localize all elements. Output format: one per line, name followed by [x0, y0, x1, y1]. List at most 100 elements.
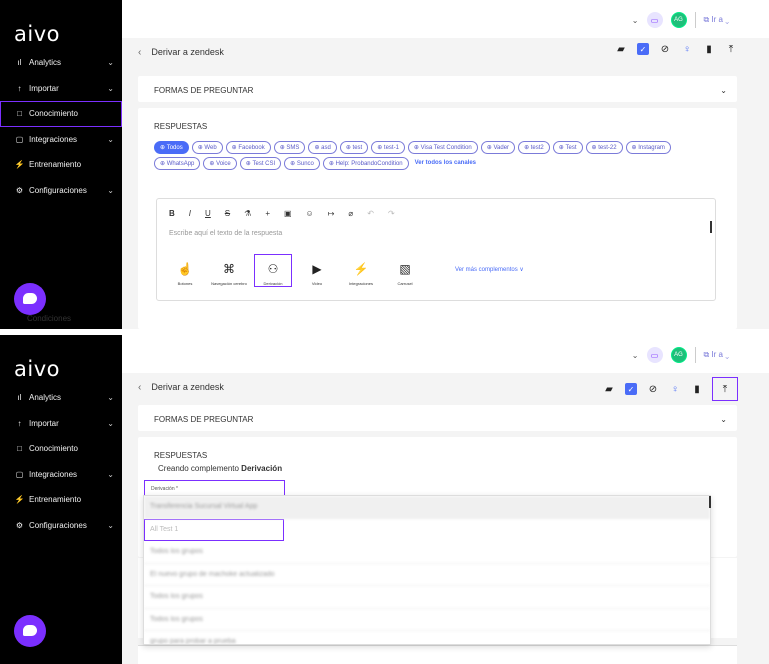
component-derivacion[interactable]: ⚇ Derivación: [254, 254, 292, 287]
channel-chip[interactable]: ⊕ Instagram: [625, 141, 671, 154]
chip-label: Web: [204, 144, 217, 151]
component-botones[interactable]: ☝ Botones: [167, 255, 203, 286]
chevron-down-icon[interactable]: ⌄: [720, 415, 727, 424]
trash-icon[interactable]: ▮: [691, 383, 703, 395]
channel-chip[interactable]: ⊕ test-22: [585, 141, 623, 154]
component-video[interactable]: ▶ Video: [299, 255, 335, 286]
scrollbar[interactable]: [709, 496, 711, 508]
avatar[interactable]: AG: [670, 347, 687, 363]
sidebar-item-label: Conocimiento: [29, 109, 78, 119]
aivo-logo[interactable]: aivo: [14, 357, 60, 381]
sidebar-item-configuraciones[interactable]: ⚙ Configuraciones ⌄: [0, 513, 122, 539]
eye-off-icon[interactable]: ⊘: [647, 383, 659, 395]
strikethrough-button[interactable]: S: [225, 209, 230, 218]
chip-label: Todos: [166, 144, 183, 151]
component-carrusel[interactable]: ▧ Carrusel: [387, 255, 423, 286]
chat-widget-icon[interactable]: [14, 283, 46, 315]
trash-icon[interactable]: ▮: [703, 43, 715, 55]
channel-chip[interactable]: ⊕ WhatsApp: [154, 157, 201, 170]
back-arrow-icon[interactable]: ‹: [138, 47, 141, 58]
avatar[interactable]: AG: [670, 12, 687, 28]
channel-chip[interactable]: ⊕ test: [339, 141, 369, 154]
chevron-down-icon[interactable]: ⌄: [632, 351, 639, 360]
chevron-down-icon[interactable]: ⌄: [632, 16, 639, 25]
lightbulb-icon[interactable]: ♀: [669, 383, 681, 395]
channel-chip[interactable]: ⊕ Test CSI: [239, 157, 282, 170]
sidebar-item-analytics[interactable]: ıl Analytics ⌄: [0, 50, 122, 76]
sidebar-item-label: Analytics: [29, 393, 62, 403]
comment-icon[interactable]: ▰: [603, 383, 615, 395]
formas-title: FORMAS DE PREGUNTAR: [154, 85, 254, 95]
comment-icon[interactable]: ▰: [615, 43, 627, 55]
channel-chip[interactable]: ⊕ Vader: [480, 141, 516, 154]
eye-off-icon[interactable]: ⊘: [659, 43, 671, 55]
link-icon[interactable]: ⚗: [244, 209, 251, 218]
sidebar-item-integraciones[interactable]: ▢ Integraciones ⌄: [0, 462, 122, 488]
redo-icon[interactable]: ↷: [388, 209, 395, 218]
channel-chip[interactable]: ⊕ Sunco: [284, 157, 320, 170]
chevron-down-icon[interactable]: ⌄: [720, 86, 727, 95]
sidebar-item-importar[interactable]: ↑ Importar ⌄: [0, 411, 122, 437]
sidebar-item-importar[interactable]: ↑ Importar ⌄: [0, 76, 122, 102]
sidebar-item-label: Analytics: [29, 58, 62, 68]
ir-a-link[interactable]: ⧉ Ir a ⌄: [704, 350, 730, 360]
sidebar-item-entrenamiento[interactable]: ⚡ Entrenamiento: [0, 487, 122, 513]
eraser-icon[interactable]: ⌀: [348, 209, 353, 218]
dropdown-option[interactable]: Todos los grupos: [144, 586, 710, 609]
dropdown-option[interactable]: Transferencia Sucursal Virtual App: [144, 496, 710, 519]
formas-card[interactable]: FORMAS DE PREGUNTAR ⌄: [138, 76, 737, 102]
component-navegacion[interactable]: ⌘ Navegación cerebro: [211, 255, 247, 286]
dropdown-option[interactable]: Todos los grupos: [144, 609, 710, 631]
scrollbar[interactable]: [710, 221, 712, 233]
chat-widget-icon[interactable]: [14, 615, 46, 647]
sidebar-item-integraciones[interactable]: ▢ Integraciones ⌄: [0, 127, 122, 153]
dropdown-option[interactable]: Todos los grupos: [144, 541, 710, 564]
more-components-link[interactable]: Ver más complementos ∨: [455, 266, 524, 273]
channel-chip[interactable]: ⊕ test2: [518, 141, 550, 154]
sidebar-item-analytics[interactable]: ıl Analytics ⌄: [0, 385, 122, 411]
response-text-input[interactable]: Escribe aquí el texto de la respuesta: [157, 228, 715, 255]
components-bar: ☝ Botones ⌘ Navegación cerebro ⚇ Derivación…: [157, 254, 715, 287]
upload-top-icon[interactable]: ⤒: [725, 43, 737, 55]
underline-button[interactable]: U: [205, 209, 211, 218]
sidebar-item-configuraciones[interactable]: ⚙ Configuraciones ⌄: [0, 178, 122, 204]
lightbulb-icon[interactable]: ♀: [681, 43, 693, 55]
emoji-icon[interactable]: ☺: [306, 209, 314, 218]
channel-chip[interactable]: ⊕ asd: [308, 141, 337, 154]
channel-chip[interactable]: ⊕ Test: [552, 141, 583, 154]
sidebar-item-conocimiento[interactable]: □ Conocimiento: [0, 101, 122, 127]
messages-icon[interactable]: ▭: [646, 347, 663, 363]
back-arrow-icon[interactable]: ‹: [138, 382, 141, 393]
channel-chip-todos[interactable]: ⊕ Todos: [154, 141, 189, 154]
plus-icon[interactable]: +: [265, 209, 270, 218]
channel-chip[interactable]: ⊕ Facebook: [225, 141, 271, 154]
ir-a-link[interactable]: ⧉ Ir a ⌄: [704, 15, 730, 25]
hand-pointer-icon: ☝: [177, 262, 193, 276]
formas-header[interactable]: FORMAS DE PREGUNTAR ⌄: [138, 76, 737, 104]
aivo-logo[interactable]: aivo: [14, 22, 60, 46]
dropdown-option[interactable]: All Test 1: [144, 518, 284, 541]
checkbox-icon[interactable]: ✓: [625, 383, 637, 395]
upload-top-icon[interactable]: ⤒: [712, 377, 738, 401]
see-all-channels-link[interactable]: Ver todos los canales: [412, 157, 479, 170]
checkbox-icon[interactable]: ✓: [637, 43, 649, 55]
italic-button[interactable]: I: [189, 209, 191, 218]
dropdown-option[interactable]: El nuevo grupo de machoke actualizado: [144, 564, 710, 586]
component-integraciones[interactable]: ⚡ Integraciones: [343, 255, 379, 286]
undo-icon[interactable]: ↶: [367, 209, 374, 218]
formas-header[interactable]: FORMAS DE PREGUNTAR ⌄: [138, 405, 737, 433]
dropdown-option[interactable]: grupo para probar a prueba: [144, 631, 710, 644]
channel-chip[interactable]: ⊕ SMS: [273, 141, 306, 154]
sidebar-item-entrenamiento[interactable]: ⚡ Entrenamiento: [0, 152, 122, 178]
channel-chip[interactable]: ⊕ Voice: [203, 157, 237, 170]
image-icon[interactable]: ▣: [284, 209, 292, 218]
messages-icon[interactable]: ▭: [646, 12, 663, 28]
channel-chip[interactable]: ⊕ Visa Test Condition: [407, 141, 478, 154]
channel-chip[interactable]: ⊕ Help: ProbandoCondition: [322, 157, 409, 170]
bold-button[interactable]: B: [169, 209, 175, 218]
cursor-icon[interactable]: ↦: [328, 209, 335, 218]
sidebar-item-conocimiento[interactable]: □ Conocimiento: [0, 436, 122, 462]
channel-chip[interactable]: ⊕ test-1: [371, 141, 405, 154]
channel-chip[interactable]: ⊕ Web: [191, 141, 223, 154]
formas-card[interactable]: FORMAS DE PREGUNTAR ⌄: [138, 405, 737, 431]
